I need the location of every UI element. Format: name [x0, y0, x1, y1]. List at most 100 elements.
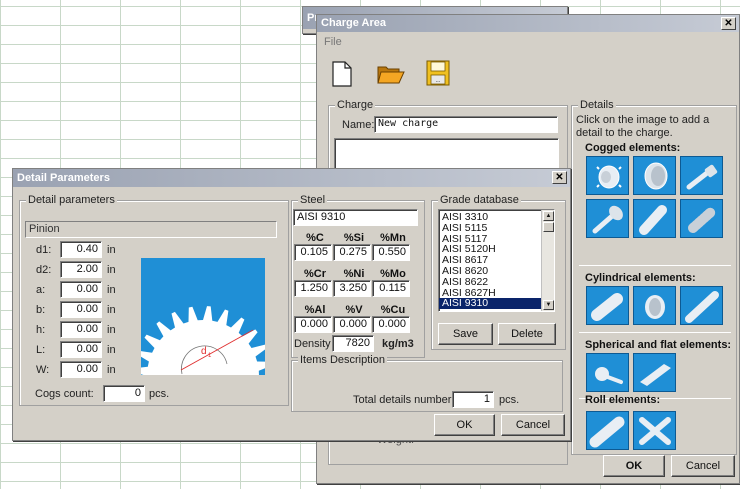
charge-name-input[interactable]: New charge: [374, 116, 558, 133]
charge-area-title: Charge Area: [321, 17, 387, 29]
param-input[interactable]: 0.00: [60, 341, 102, 358]
gear-diagram-image: d 1: [141, 258, 265, 375]
tile-gear-disk[interactable]: [633, 156, 676, 195]
detail-cancel-button[interactable]: Cancel: [501, 414, 565, 436]
param-unit: in: [107, 264, 116, 276]
grade-list-item[interactable]: AISI 8622: [439, 276, 542, 288]
detail-parameters-titlebar: Detail Parameters ✕: [13, 169, 570, 187]
chem-header: %Mn: [380, 232, 406, 244]
charge-area-titlebar: Charge Area ✕: [317, 15, 739, 32]
menu-file[interactable]: File: [324, 36, 342, 49]
param-unit: in: [107, 344, 116, 356]
param-unit: in: [107, 324, 116, 336]
cogs-count-input[interactable]: 0: [103, 385, 145, 402]
total-details-label: Total details number:: [353, 394, 455, 406]
charge-ok-button[interactable]: OK: [603, 455, 665, 477]
param-unit: in: [107, 364, 116, 376]
tile-cylinder-rod[interactable]: [680, 286, 723, 325]
param-input[interactable]: 0.00: [60, 281, 102, 298]
grade-database-label: Grade database: [438, 194, 521, 206]
steel-group-label: Steel: [298, 194, 328, 206]
chem-value[interactable]: 3.250: [333, 280, 371, 297]
chem-value[interactable]: 0.000: [294, 316, 332, 333]
param-label: b:: [36, 304, 46, 316]
scroll-up-icon[interactable]: ▲: [543, 211, 554, 221]
param-unit: in: [107, 284, 116, 296]
cylindrical-section-label: Cylindrical elements:: [585, 272, 696, 284]
density-unit: kg/m3: [382, 338, 414, 350]
tile-gear-spline-shaft[interactable]: [586, 199, 629, 238]
param-label: d1:: [36, 244, 52, 256]
new-file-icon[interactable]: [331, 61, 353, 87]
chem-value[interactable]: 0.105: [294, 244, 332, 261]
chem-header: %Cu: [380, 304, 406, 316]
grade-delete-button[interactable]: Delete: [498, 323, 556, 345]
grade-listbox[interactable]: AISI 3310 AISI 5115 AISI 5117 AISI 5120H AIS…: [438, 209, 555, 312]
tile-gear-pinion[interactable]: [586, 156, 629, 195]
tile-cylinder-long[interactable]: [586, 286, 629, 325]
total-details-unit: pcs.: [499, 394, 520, 406]
scroll-thumb[interactable]: [543, 222, 554, 232]
svg-text:...: ...: [435, 78, 440, 84]
chem-header: %V: [345, 304, 363, 316]
cogged-section-label: Cogged elements:: [585, 142, 681, 154]
detail-parameters-window: Detail Parameters ✕ Detail parameters Pi…: [12, 168, 571, 441]
chem-value[interactable]: 0.275: [333, 244, 371, 261]
chem-header: %Mo: [380, 268, 406, 280]
tile-gear-cylinder[interactable]: [633, 199, 676, 238]
roll-section-label: Roll elements:: [585, 394, 661, 406]
detail-parameters-title: Detail Parameters: [17, 172, 110, 184]
tile-cylinder-ring[interactable]: [633, 286, 676, 325]
param-unit: in: [107, 244, 116, 256]
charge-area-close-icon[interactable]: ✕: [721, 17, 736, 30]
param-input[interactable]: 2.00: [60, 261, 102, 278]
grade-save-button[interactable]: Save: [438, 323, 493, 345]
spherical-section-label: Spherical and flat elements:: [585, 339, 732, 351]
listbox-scrollbar[interactable]: ▲ ▼: [541, 210, 554, 311]
separator-cylindrical: [579, 265, 731, 266]
param-input[interactable]: 0.00: [60, 361, 102, 378]
diagram-d-label: d: [201, 346, 207, 357]
param-label: W:: [36, 364, 50, 376]
chem-value[interactable]: 0.550: [372, 244, 410, 261]
grade-list-item[interactable]: AISI 5115: [439, 222, 542, 234]
save-disk-icon[interactable]: ...: [426, 60, 450, 86]
chem-header: %Si: [343, 232, 365, 244]
chem-value[interactable]: 0.115: [372, 280, 410, 297]
chem-header: %Al: [304, 304, 326, 316]
charge-cancel-button[interactable]: Cancel: [671, 455, 735, 477]
detail-ok-button[interactable]: OK: [434, 414, 495, 436]
density-input[interactable]: 7820: [332, 335, 374, 352]
chem-value[interactable]: 0.000: [333, 316, 371, 333]
tile-roll-cylinder[interactable]: [586, 411, 629, 450]
param-label: d2:: [36, 264, 52, 276]
param-input[interactable]: 0.40: [60, 241, 102, 258]
scroll-down-icon[interactable]: ▼: [543, 300, 554, 310]
param-label: a:: [36, 284, 46, 296]
grade-list-item[interactable]: AISI 9310: [439, 298, 542, 310]
name-label: Name:: [342, 119, 375, 131]
chem-header: %C: [306, 232, 324, 244]
param-label: h:: [36, 324, 46, 336]
detail-name-field: Pinion: [25, 221, 277, 238]
tile-flat-plate[interactable]: [633, 353, 676, 392]
param-input[interactable]: 0.00: [60, 321, 102, 338]
details-hint: Click on the image to add a detail to th…: [576, 114, 710, 139]
grade-list-items: AISI 3310 AISI 5115 AISI 5117 AISI 5120H AIS…: [439, 212, 542, 310]
steel-name-input[interactable]: AISI 9310: [293, 209, 418, 226]
separator-spherical: [579, 332, 731, 333]
tile-sphere-pin[interactable]: [586, 353, 629, 392]
param-label: L:: [36, 344, 46, 356]
chem-value[interactable]: 0.000: [372, 316, 410, 333]
detail-close-icon[interactable]: ✕: [552, 171, 567, 184]
tile-roll-cross[interactable]: [633, 411, 676, 450]
total-details-input[interactable]: 1: [452, 391, 494, 408]
tile-gear-worm[interactable]: [680, 199, 723, 238]
detail-parameters-group-label: Detail parameters: [26, 194, 117, 206]
param-input[interactable]: 0.00: [60, 301, 102, 318]
chem-header: %Ni: [343, 268, 365, 280]
tile-gear-shaft[interactable]: [680, 156, 723, 195]
details-group-label: Details: [578, 99, 616, 111]
open-folder-icon[interactable]: [377, 63, 405, 85]
chem-value[interactable]: 1.250: [294, 280, 332, 297]
